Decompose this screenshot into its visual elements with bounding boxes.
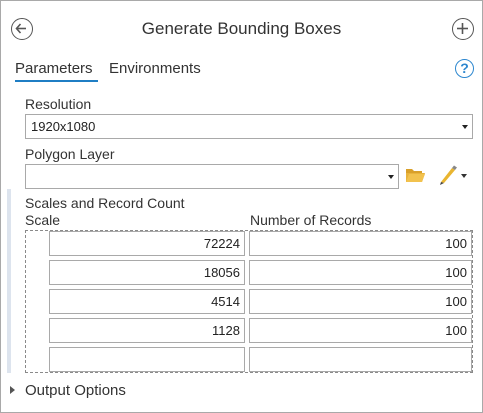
scales-table-label: Scales and Record Count	[25, 195, 185, 211]
resolution-label: Resolution	[25, 96, 92, 112]
records-cell-empty[interactable]	[249, 347, 472, 372]
resolution-dropdown[interactable]: 1920x1080	[25, 114, 473, 139]
scale-cell[interactable]: 18056	[49, 260, 245, 285]
column-header-scale: Scale	[25, 212, 61, 228]
scale-cell[interactable]: 1128	[49, 318, 245, 343]
add-button[interactable]	[452, 18, 474, 40]
tab-parameters[interactable]: Parameters	[15, 60, 93, 77]
records-cell[interactable]: 100	[249, 260, 472, 285]
tool-title: Generate Bounding Boxes	[141, 19, 342, 38]
dropdown-arrow-icon	[462, 125, 468, 129]
dropdown-arrow-icon[interactable]	[461, 174, 467, 178]
tab-environments[interactable]: Environments	[109, 60, 201, 77]
scale-cell-empty[interactable]	[49, 347, 245, 372]
records-cell[interactable]: 100	[249, 231, 472, 256]
scale-cell[interactable]: 4514	[49, 289, 245, 314]
records-cell[interactable]: 100	[249, 318, 472, 343]
dropdown-arrow-icon	[388, 175, 394, 179]
output-options-expander[interactable]: Output Options	[25, 382, 126, 399]
records-cell[interactable]: 100	[249, 289, 472, 314]
polygon-layer-dropdown[interactable]	[25, 164, 399, 189]
plus-icon	[457, 23, 468, 34]
polygon-layer-label: Polygon Layer	[25, 146, 115, 162]
section-accent-bar	[7, 189, 11, 373]
pane-header: Generate Bounding Boxes	[1, 1, 482, 55]
create-features-button[interactable]	[437, 164, 469, 186]
active-tab-indicator	[15, 80, 98, 82]
folder-icon	[406, 169, 425, 182]
chevron-right-icon[interactable]	[10, 386, 15, 394]
resolution-value: 1920x1080	[31, 119, 96, 134]
browse-folder-button[interactable]	[405, 166, 427, 184]
column-header-number-of-records: Number of Records	[250, 212, 372, 228]
help-icon[interactable]: ?	[455, 59, 474, 78]
geoprocessing-pane: Generate Bounding Boxes Parameters Envir…	[0, 0, 483, 413]
scale-cell[interactable]: 72224	[49, 231, 245, 256]
